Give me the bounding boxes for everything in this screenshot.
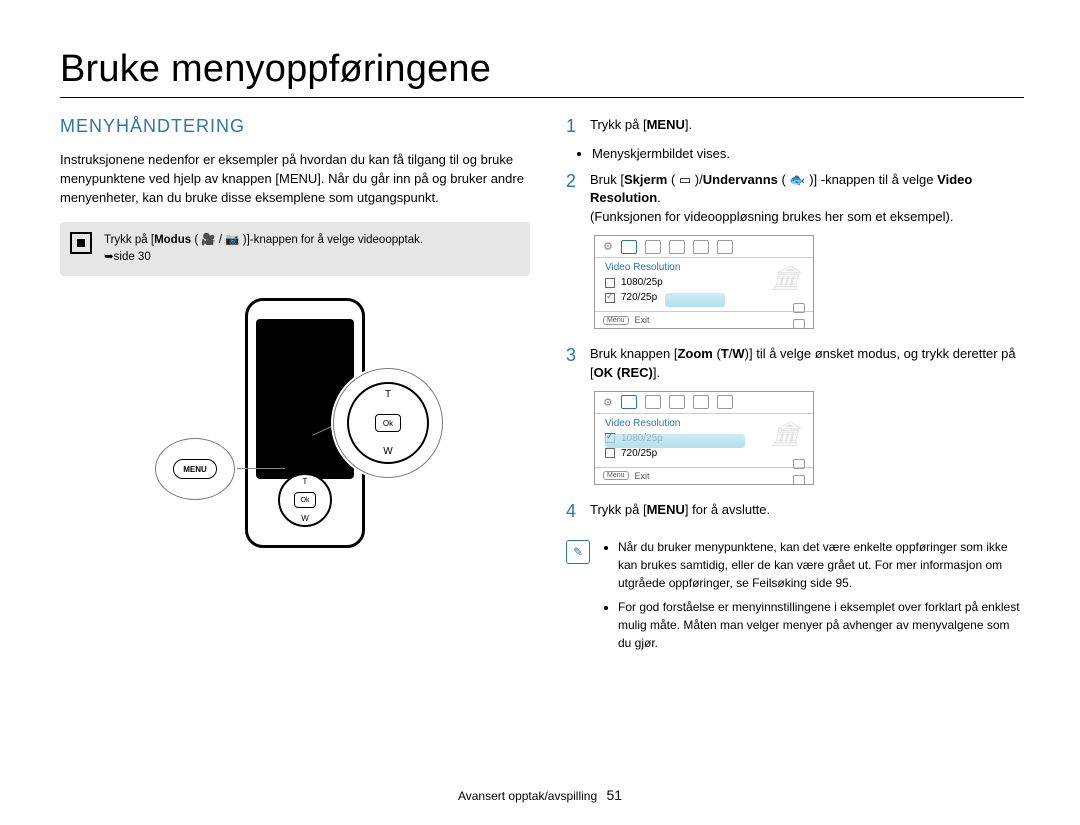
tip-page-ref: ➥side 30 — [104, 251, 151, 263]
tab-icon — [669, 395, 685, 409]
tab-icon — [645, 240, 661, 254]
menu-badge: Menu — [603, 316, 629, 325]
checkmark-icon — [605, 293, 615, 303]
device-ok-button: Ok — [294, 492, 316, 508]
tip-text-post: ( 🎥 / 📷 )]-knappen for å velge videooppt… — [191, 234, 423, 246]
step-number: 1 — [566, 116, 580, 138]
tab-icon — [621, 395, 637, 409]
title-rule — [60, 97, 1024, 98]
step-3: 3 Bruk knappen [Zoom (T/W)] til å velge … — [566, 345, 1024, 383]
mode-icon — [70, 232, 92, 254]
highlight-bar — [605, 434, 745, 448]
step-number: 4 — [566, 501, 580, 523]
page-title: Bruke menyoppføringene — [60, 48, 1024, 91]
callout-menu: MENU — [155, 438, 235, 500]
step-2-extra: (Funksjonen for videooppløsning brukes h… — [590, 209, 953, 224]
page-number: 51 — [606, 787, 622, 803]
watermark-icon: 🏛 — [771, 264, 801, 293]
tab-icon — [717, 240, 733, 254]
tab-icon — [669, 240, 685, 254]
tip-box: Trykk på [Modus ( 🎥 / 📷 )]-knappen for å… — [60, 222, 530, 277]
device-dpad: Ok — [278, 473, 332, 527]
watermark-icon: 🏛 — [771, 420, 801, 449]
checkbox-icon — [605, 278, 615, 288]
tip-text-pre: Trykk på [ — [104, 234, 154, 246]
callout-dpad: Ok — [333, 368, 443, 478]
section-heading: MENYHÅNDTERING — [60, 116, 530, 137]
ok-button-large: Ok — [375, 414, 401, 432]
option-label: 1080/25p — [621, 277, 663, 288]
menu-button: MENU — [173, 459, 217, 479]
tab-icon — [645, 395, 661, 409]
step-number: 2 — [566, 171, 580, 228]
screen-mockup-1: ⚙ Video Resolution 1080/25p 720/25p 🏛 Me… — [594, 235, 814, 329]
footer-text: Exit — [635, 471, 650, 481]
gear-icon: ⚙ — [603, 240, 613, 253]
step-2: 2 Bruk [Skjerm ( ▭ )/Undervanns ( 🐟 )] -… — [566, 171, 1024, 228]
screen-tabs: ⚙ — [595, 392, 813, 414]
step-1-sub: Menyskjermbildet vises. — [592, 146, 1024, 161]
page-footer: Avansert opptak/avspilling 51 — [0, 787, 1080, 803]
tab-icon — [717, 395, 733, 409]
intro-paragraph: Instruksjonene nedenfor er eksempler på … — [60, 151, 530, 208]
screen-tabs: ⚙ — [595, 236, 813, 258]
tip-text-bold: Modus — [154, 234, 191, 246]
note-box: ✎ Når du bruker menypunktene, kan det væ… — [566, 538, 1024, 658]
note-icon: ✎ — [566, 540, 590, 564]
menu-badge: Menu — [603, 471, 629, 480]
row-icons — [793, 459, 805, 485]
dpad-large: Ok — [347, 382, 429, 464]
option-label: 720/25p — [621, 292, 657, 303]
step-4: 4 Trykk på [MENU] for å avslutte. — [566, 501, 1024, 523]
checkbox-icon — [605, 448, 615, 458]
tab-icon — [621, 240, 637, 254]
screen-mockup-2: ⚙ Video Resolution 1080/25p 720/25p 🏛 Me… — [594, 391, 814, 485]
step-1: 1 Trykk på [MENU]. — [566, 116, 1024, 138]
footer-section: Avansert opptak/avspilling — [458, 789, 597, 803]
note-item: Når du bruker menypunktene, kan det være… — [618, 538, 1024, 592]
tab-icon — [693, 240, 709, 254]
footer-text: Exit — [635, 315, 650, 325]
note-item: For god forståelse er menyinnstillingene… — [618, 598, 1024, 652]
tab-icon — [693, 395, 709, 409]
highlight-bar — [665, 293, 725, 307]
device-illustration: Ok MENU Ok — [155, 298, 435, 568]
row-icons — [793, 303, 805, 329]
step-number: 3 — [566, 345, 580, 383]
gear-icon: ⚙ — [603, 396, 613, 409]
option-label: 720/25p — [621, 448, 657, 459]
